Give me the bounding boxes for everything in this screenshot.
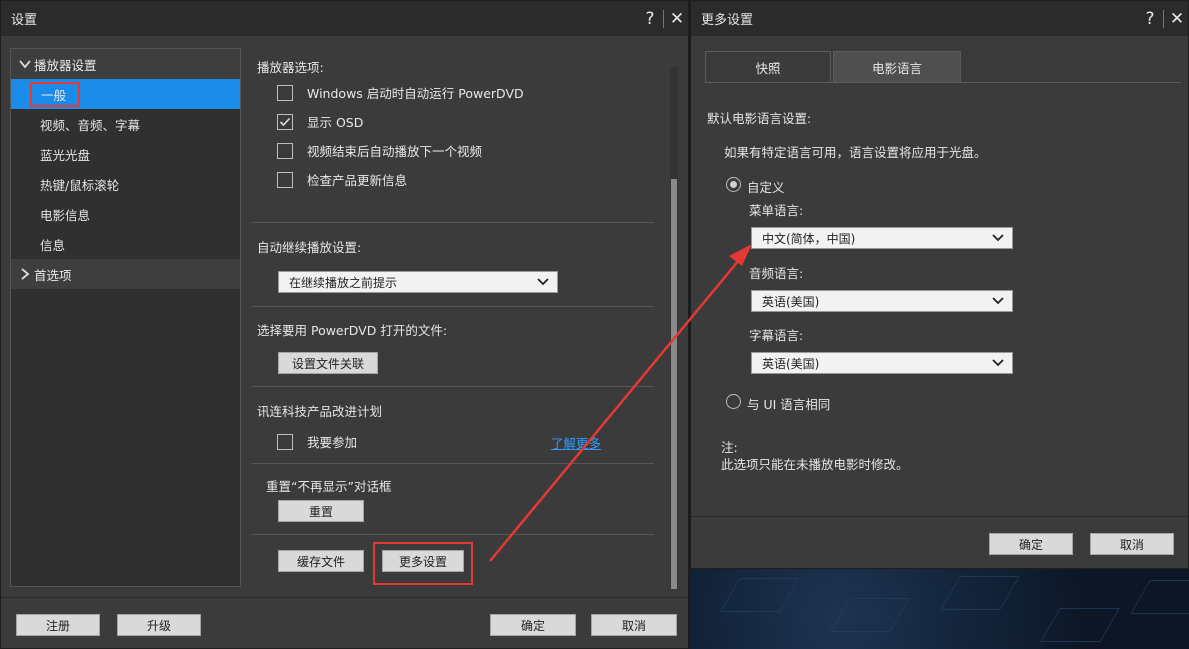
ok-button[interactable]: 确定 (490, 614, 576, 636)
subtitle-language-value: 英语(美国) (762, 356, 820, 371)
checkbox-label: 显示 OSD (307, 115, 364, 130)
checkbox-label: 视频结束后自动播放下一个视频 (307, 144, 483, 159)
desktop-background (690, 568, 1189, 649)
checkbox-label: 我要参加 (307, 435, 358, 450)
nav-item-info[interactable]: 信息 (11, 229, 240, 259)
cancel-button[interactable]: 取消 (591, 614, 677, 636)
nav-item-general[interactable]: 一般 (11, 79, 240, 109)
menu-language-value: 中文(简体，中国) (762, 231, 856, 246)
subtitle-language-label: 字幕语言: (749, 328, 804, 343)
section-divider (251, 306, 654, 307)
nav-item-label: 视频、音频、字幕 (40, 117, 141, 133)
section-divider (251, 463, 654, 464)
nav-group-label: 播放器设置 (34, 57, 97, 73)
footer-separator (1, 597, 688, 598)
tab-underline (705, 82, 1181, 83)
learn-more-link[interactable]: 了解更多 (551, 433, 601, 452)
nav-group-player-settings[interactable]: 播放器设置 (11, 49, 240, 79)
audio-language-label: 音频语言: (749, 266, 804, 281)
checkbox-autostart[interactable]: Windows 启动时自动运行 PowerDVD (277, 83, 524, 102)
settings-titlebar: 设置 ? ✕ (1, 1, 688, 36)
audio-language-select[interactable]: 英语(美国) (751, 290, 1013, 312)
content-scrollbar[interactable] (670, 67, 678, 589)
scrollbar-thumb[interactable] (671, 179, 677, 589)
nav-item-label: 电影信息 (40, 207, 91, 223)
resume-heading: 自动继续播放设置: (257, 240, 362, 255)
checkbox-label: Windows 启动时自动运行 PowerDVD (307, 86, 524, 101)
improvement-program-heading: 讯连科技产品改进计划 (257, 404, 383, 419)
footer-separator (691, 516, 1188, 517)
subtitle-language-select[interactable]: 英语(美国) (751, 352, 1013, 374)
help-icon[interactable]: ? (1139, 1, 1161, 36)
nav-group-preferences[interactable]: 首选项 (11, 259, 240, 289)
language-hint: 如果有特定语言可用，语言设置将应用于光盘。 (724, 145, 987, 160)
checkmark-icon (279, 117, 291, 126)
checkbox-label: 检查产品更新信息 (307, 173, 408, 188)
more-ok-button[interactable]: 确定 (989, 533, 1073, 555)
chevron-down-icon (16, 58, 34, 70)
chevron-down-icon (992, 359, 1004, 367)
checkbox-box[interactable] (277, 113, 293, 130)
nav-item-label: 信息 (40, 237, 66, 253)
help-icon[interactable]: ? (639, 1, 661, 36)
more-settings-dialog: 更多设置 ? ✕ 快照 电影语言 默认电影语言设置: 如果有特定语言可用，语言设… (690, 0, 1189, 569)
checkbox-join-program[interactable]: 我要参加 (277, 432, 357, 451)
file-association-button[interactable]: 设置文件关联 (278, 352, 378, 374)
radio-custom[interactable] (726, 177, 741, 192)
checkbox-show-osd[interactable]: 显示 OSD (277, 112, 363, 131)
settings-title: 设置 (11, 13, 38, 28)
chevron-down-icon (992, 297, 1004, 305)
more-title: 更多设置 (701, 13, 754, 28)
checkbox-autoplay-next[interactable]: 视频结束后自动播放下一个视频 (277, 141, 482, 160)
annotation-highlight-box (373, 542, 473, 585)
more-titlebar: 更多设置 ? ✕ (691, 1, 1188, 36)
section-divider (251, 222, 654, 223)
menu-language-label: 菜单语言: (749, 203, 804, 218)
resume-select[interactable]: 在继续播放之前提示 (278, 271, 558, 293)
nav-item-hotkeys[interactable]: 热键/鼠标滚轮 (11, 169, 240, 199)
close-icon[interactable]: ✕ (1166, 1, 1188, 36)
file-assoc-heading: 选择要用 PowerDVD 打开的文件: (257, 323, 448, 338)
radio-custom-label: 自定义 (747, 180, 785, 195)
chevron-down-icon (992, 234, 1004, 242)
default-language-heading: 默认电影语言设置: (707, 111, 812, 126)
menu-language-select[interactable]: 中文(简体，中国) (751, 227, 1013, 249)
settings-nav-tree: 播放器设置 一般 视频、音频、字幕 蓝光光盘 热键/鼠标滚轮 电影信息 信息 首… (10, 48, 241, 587)
checkbox-box[interactable] (277, 433, 293, 450)
titlebar-separator (663, 9, 664, 28)
radio-same-as-ui[interactable] (726, 394, 741, 409)
cache-files-button[interactable]: 缓存文件 (278, 550, 364, 572)
register-button[interactable]: 注册 (16, 614, 100, 636)
more-cancel-button[interactable]: 取消 (1090, 533, 1174, 555)
radio-same-as-ui-label: 与 UI 语言相同 (747, 397, 831, 412)
nav-item-label: 热键/鼠标滚轮 (40, 177, 120, 193)
nav-item-bluray[interactable]: 蓝光光盘 (11, 139, 240, 169)
tab-movie-language[interactable]: 电影语言 (833, 51, 961, 82)
checkbox-box[interactable] (277, 171, 293, 188)
audio-language-value: 英语(美国) (762, 294, 820, 309)
player-options-heading: 播放器选项: (257, 60, 324, 75)
general-settings-panel: 播放器选项: Windows 启动时自动运行 PowerDVD 显示 OSD 视… (251, 48, 656, 589)
note-text: 此选项只能在未播放电影时修改。 (721, 457, 909, 472)
checkbox-box[interactable] (277, 84, 293, 101)
tab-snapshot[interactable]: 快照 (705, 51, 831, 82)
reset-dialogs-heading: 重置“不再显示”对话框 (266, 479, 392, 494)
nav-group-label: 首选项 (34, 267, 72, 283)
resume-select-value: 在继续播放之前提示 (289, 275, 398, 290)
upgrade-button[interactable]: 升级 (117, 614, 201, 636)
section-divider (251, 386, 654, 387)
checkbox-box[interactable] (277, 142, 293, 159)
checkbox-check-updates[interactable]: 检查产品更新信息 (277, 170, 407, 189)
chevron-down-icon (537, 278, 549, 286)
nav-item-label: 蓝光光盘 (40, 147, 91, 163)
nav-item-label: 一般 (30, 81, 81, 107)
close-icon[interactable]: ✕ (666, 1, 688, 36)
titlebar-separator (1163, 9, 1164, 28)
reset-button[interactable]: 重置 (278, 500, 364, 522)
chevron-right-icon (16, 268, 34, 280)
nav-item-video-audio-subtitle[interactable]: 视频、音频、字幕 (11, 109, 240, 139)
section-divider (251, 534, 654, 535)
settings-dialog: 设置 ? ✕ 播放器设置 一般 视频、音频、字幕 蓝光光盘 热键/鼠标滚轮 电影… (0, 0, 689, 649)
nav-item-movie-info[interactable]: 电影信息 (11, 199, 240, 229)
